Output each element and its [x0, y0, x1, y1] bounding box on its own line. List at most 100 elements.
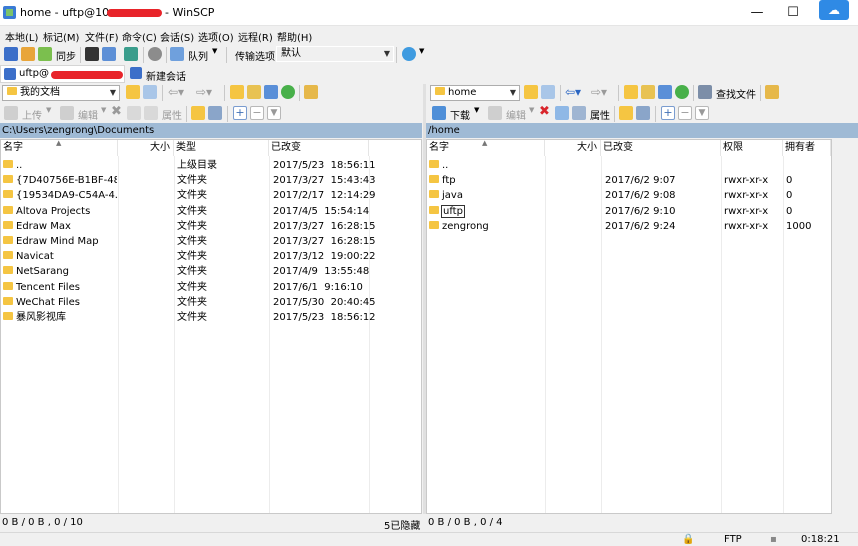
table-row[interactable]: java 2017/6/2 9:08 rwxr-xr-x 0: [427, 188, 831, 203]
session-tab-current[interactable]: uftp@: [0, 65, 125, 83]
terminal-icon[interactable]: [85, 47, 99, 61]
queue-icon[interactable]: [170, 47, 184, 61]
right-file-list[interactable]: 名字 ▲ 大小 已改变 权限 拥有者 .. ftp 2017/6/2 9:07 rwx…: [426, 139, 832, 514]
upload-button[interactable]: 上传: [22, 107, 42, 122]
new-session-icon[interactable]: [130, 67, 142, 79]
download-dropdown-icon[interactable]: ▼: [474, 106, 479, 114]
edit-button[interactable]: 编辑: [78, 107, 98, 122]
open-folder-icon[interactable]: [524, 85, 538, 99]
new-folder-icon[interactable]: [619, 106, 633, 120]
table-row[interactable]: Edraw Mind Map 文件夹 2017/3/27 16:28:15: [1, 234, 421, 249]
back-icon[interactable]: ⇦▾: [168, 85, 184, 99]
open-folder-icon[interactable]: [126, 85, 140, 99]
root-dir-icon[interactable]: [641, 85, 655, 99]
col-header-modified[interactable]: 已改变: [269, 140, 369, 156]
invert-selection-icon[interactable]: ▼: [695, 106, 709, 120]
download-button[interactable]: 下载: [450, 107, 470, 122]
maximize-button[interactable]: ☐: [773, 0, 813, 26]
table-row[interactable]: Tencent Files 文件夹 2017/6/1 9:16:10: [1, 280, 421, 295]
minimize-button[interactable]: —: [737, 0, 777, 26]
menu-session[interactable]: 会话(S): [160, 29, 194, 44]
table-row[interactable]: {19534DA9-C54A-4... 文件夹 2017/2/17 12:14:29: [1, 188, 421, 203]
menu-command[interactable]: 命令(C): [122, 29, 157, 44]
upload-dropdown-icon[interactable]: ▼: [46, 106, 51, 114]
properties-icon[interactable]: [572, 106, 586, 120]
globe-dropdown-icon[interactable]: ▼: [419, 47, 424, 55]
table-row[interactable]: ..: [427, 158, 831, 173]
globe-icon[interactable]: [402, 47, 416, 61]
queue-dropdown-icon[interactable]: ▼: [212, 47, 217, 55]
menu-remote[interactable]: 远程(R): [238, 29, 273, 44]
menu-options[interactable]: 选项(O): [198, 29, 234, 44]
rename-icon[interactable]: [127, 106, 141, 120]
forward-icon[interactable]: ⇨▾: [196, 85, 212, 99]
col-header-type[interactable]: 类型: [174, 140, 269, 156]
table-row[interactable]: 暴风影视库 文件夹 2017/5/23 18:56:12: [1, 310, 421, 325]
refresh-icon[interactable]: [675, 85, 689, 99]
table-row[interactable]: NetSarang 文件夹 2017/4/9 13:55:48: [1, 264, 421, 279]
edit-icon[interactable]: [488, 106, 502, 120]
table-row[interactable]: .. 上级目录 2017/5/23 18:56:11: [1, 158, 421, 173]
invert-selection-icon[interactable]: ▼: [267, 106, 281, 120]
back-icon[interactable]: ⇦▾: [565, 85, 581, 99]
new-folder-icon[interactable]: [191, 106, 205, 120]
table-row[interactable]: zengrong 2017/6/2 9:24 rwxr-xr-x 1000: [427, 219, 831, 234]
left-file-list[interactable]: 名字 ▲ 大小 类型 已改变 .. 上级目录 2017/5/23 18:56:11{…: [0, 139, 422, 514]
new-file-icon[interactable]: [208, 106, 222, 120]
preferences-gear-icon[interactable]: [148, 47, 162, 61]
refresh-icon[interactable]: [281, 85, 295, 99]
forward-icon[interactable]: ⇨▾: [591, 85, 607, 99]
left-path-bar[interactable]: C:\Users\zengrong\Documents: [0, 123, 422, 138]
toggle-tree-icon[interactable]: [765, 85, 779, 99]
edit-dropdown-icon[interactable]: ▼: [101, 106, 106, 114]
col-header-owner[interactable]: 拥有者: [783, 140, 831, 156]
table-row[interactable]: Navicat 文件夹 2017/3/12 19:00:22: [1, 249, 421, 264]
table-row[interactable]: Altova Projects 文件夹 2017/4/5 15:54:14: [1, 204, 421, 219]
putty-icon[interactable]: [102, 47, 116, 61]
home-icon[interactable]: [658, 85, 672, 99]
edit-button[interactable]: 编辑: [506, 107, 526, 122]
col-header-size[interactable]: 大小: [118, 140, 174, 156]
download-icon[interactable]: [432, 106, 446, 120]
filter-icon[interactable]: [143, 85, 157, 99]
table-row[interactable]: uftp 2017/6/2 9:10 rwxr-xr-x 0: [427, 204, 831, 219]
local-window-icon[interactable]: [4, 47, 18, 61]
delete-icon[interactable]: ✖: [111, 104, 122, 119]
right-path-bar[interactable]: /home: [426, 123, 858, 138]
left-location-select[interactable]: 我的文档 ▼: [2, 85, 120, 101]
find-files-icon[interactable]: [698, 85, 712, 99]
compare-icon[interactable]: [21, 47, 35, 61]
select-all-icon[interactable]: +: [661, 106, 675, 120]
filter-icon[interactable]: [541, 85, 555, 99]
console-icon[interactable]: [124, 47, 138, 61]
parent-dir-icon[interactable]: [624, 85, 638, 99]
unselect-icon[interactable]: −: [678, 106, 692, 120]
parent-dir-icon[interactable]: [230, 85, 244, 99]
col-header-size[interactable]: 大小: [545, 140, 601, 156]
menu-local[interactable]: 本地(L): [5, 29, 38, 44]
find-files-button[interactable]: 查找文件: [716, 86, 756, 101]
cloud-icon[interactable]: ☁: [819, 0, 849, 20]
select-all-icon[interactable]: +: [233, 106, 247, 120]
table-row[interactable]: WeChat Files 文件夹 2017/5/30 20:40:45: [1, 295, 421, 310]
unselect-icon[interactable]: −: [250, 106, 264, 120]
menu-mark[interactable]: 标记(M): [43, 29, 79, 44]
table-row[interactable]: {7D40756E-B1BF-48... 文件夹 2017/3/27 15:43:4…: [1, 173, 421, 188]
sync-icon[interactable]: [38, 47, 52, 61]
properties-button[interactable]: 属性: [590, 107, 610, 122]
col-header-modified[interactable]: 已改变: [601, 140, 721, 156]
new-file-icon[interactable]: [636, 106, 650, 120]
root-dir-icon[interactable]: [247, 85, 261, 99]
menu-file[interactable]: 文件(F): [85, 29, 119, 44]
rename-icon[interactable]: [555, 106, 569, 120]
col-header-permissions[interactable]: 权限: [721, 140, 783, 156]
home-icon[interactable]: [264, 85, 278, 99]
upload-icon[interactable]: [4, 106, 18, 120]
properties-button[interactable]: 属性: [162, 107, 182, 122]
queue-label[interactable]: 队列: [188, 48, 208, 63]
properties-icon[interactable]: [144, 106, 158, 120]
delete-icon[interactable]: ✖: [539, 104, 550, 119]
right-location-select[interactable]: home ▼: [430, 85, 520, 101]
edit-dropdown-icon[interactable]: ▼: [529, 106, 534, 114]
toggle-tree-icon[interactable]: [304, 85, 318, 99]
